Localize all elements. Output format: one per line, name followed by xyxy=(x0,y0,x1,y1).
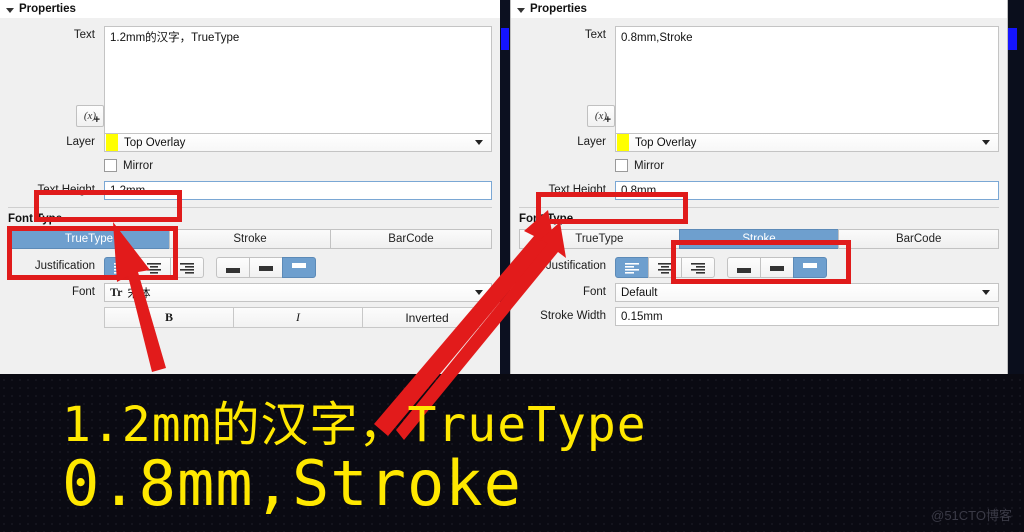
collapse-triangle-icon[interactable] xyxy=(517,7,525,13)
layer-color-swatch xyxy=(106,134,118,151)
canvas-text-line2: 0.8mm,Stroke xyxy=(62,447,522,520)
layer-row-left: Layer Top Overlay xyxy=(8,133,492,152)
align-left-icon-button-right[interactable] xyxy=(615,257,649,278)
inverted-button-left[interactable]: Inverted xyxy=(362,307,492,328)
font-label-right: Font xyxy=(582,286,606,298)
right-edge-scroll-strip xyxy=(1008,0,1024,374)
font-row-right: Font Default xyxy=(519,283,999,302)
mirror-checkbox-right[interactable] xyxy=(615,159,628,172)
panel-left-titlebar[interactable]: Properties xyxy=(0,0,500,18)
bold-button-left[interactable]: B xyxy=(104,307,234,328)
mirror-row-left: Mirror xyxy=(8,157,492,176)
font-value-right: Default xyxy=(621,286,658,299)
mirror-label-right: Mirror xyxy=(634,159,665,172)
font-type-stroke-left[interactable]: Stroke xyxy=(169,229,331,249)
chevron-down-icon[interactable] xyxy=(475,140,483,145)
font-value-left: 宋体 xyxy=(127,287,151,300)
justification-label-right: Justification xyxy=(545,260,606,272)
italic-button-left[interactable]: I xyxy=(233,307,363,328)
font-type-truetype-right[interactable]: TrueType xyxy=(519,229,680,249)
annotation-box-stroke-right xyxy=(671,240,851,284)
mirror-checkbox-left[interactable] xyxy=(104,159,117,172)
panel-right-titlebar[interactable]: Properties xyxy=(511,0,1007,18)
stroke-width-input-right[interactable]: 0.15mm xyxy=(615,307,999,326)
text-textarea-right[interactable]: 0.8mm,Stroke xyxy=(615,26,999,134)
truetype-font-icon: Tr xyxy=(110,285,123,299)
chevron-down-icon[interactable] xyxy=(475,290,483,295)
properties-panel-right: Properties Text 0.8mm,Stroke (x) + Layer xyxy=(510,0,1008,374)
plus-icon: + xyxy=(604,114,611,126)
panel-splitter-strip xyxy=(500,0,510,374)
plus-icon: + xyxy=(93,114,100,126)
stroke-width-row-right: Stroke Width 0.15mm xyxy=(519,307,999,326)
insert-variable-icon-button-right[interactable]: (x) + xyxy=(587,105,615,127)
font-dropdown-right[interactable]: Default xyxy=(615,283,999,302)
scrollbar-thumb-left[interactable] xyxy=(501,28,509,50)
layer-dropdown-right[interactable]: Top Overlay xyxy=(615,133,999,152)
stroke-width-label-right: Stroke Width xyxy=(540,310,606,322)
font-label-left: Font xyxy=(71,286,95,298)
mirror-row-right: Mirror xyxy=(519,157,999,176)
properties-panel-left: Properties Text 1.2mm的汉字，TrueType (x) + … xyxy=(0,0,500,374)
layer-dropdown-left[interactable]: Top Overlay xyxy=(104,133,492,152)
annotation-box-text-height-left xyxy=(34,190,182,222)
font-dropdown-left[interactable]: Tr 宋体 xyxy=(104,283,492,302)
canvas-text-line1: 1.2mm的汉字，TrueType xyxy=(62,397,647,453)
text-label-right: Text xyxy=(584,29,606,41)
text-textarea-left[interactable]: 1.2mm的汉字，TrueType xyxy=(104,26,492,134)
scrollbar-thumb-right[interactable] xyxy=(1008,28,1017,50)
align-middle-icon-button-left[interactable] xyxy=(249,257,283,278)
style-buttons-row-left: B I Inverted xyxy=(8,307,492,328)
mirror-checkbox-row-left[interactable]: Mirror xyxy=(104,159,492,172)
layer-value-left: Top Overlay xyxy=(124,136,186,149)
annotation-box-text-height-right xyxy=(536,192,688,224)
layer-value-right: Top Overlay xyxy=(635,136,697,149)
style-button-group-left: B I Inverted xyxy=(104,307,492,328)
align-bottom-icon-button-left[interactable] xyxy=(216,257,250,278)
mirror-label-left: Mirror xyxy=(123,159,154,172)
watermark: @51CTO博客 xyxy=(931,508,1012,523)
panel-left-title: Properties xyxy=(19,3,76,15)
text-label-left: Text xyxy=(73,29,95,41)
screenshot-root: Properties Text 1.2mm的汉字，TrueType (x) + … xyxy=(0,0,1024,532)
layer-label-left: Layer xyxy=(66,136,95,148)
font-type-barcode-left[interactable]: BarCode xyxy=(330,229,492,249)
insert-variable-icon-button-left[interactable]: (x) + xyxy=(76,105,104,127)
align-top-icon-button-left[interactable] xyxy=(282,257,316,278)
layer-row-right: Layer Top Overlay xyxy=(519,133,999,152)
mirror-checkbox-row-right[interactable]: Mirror xyxy=(615,159,999,172)
collapse-triangle-icon[interactable] xyxy=(6,7,14,13)
panel-right-title: Properties xyxy=(530,3,587,15)
font-type-barcode-right[interactable]: BarCode xyxy=(838,229,1000,249)
annotation-box-font-type-left xyxy=(7,226,178,280)
chevron-down-icon[interactable] xyxy=(982,140,990,145)
font-row-left: Font Tr 宋体 xyxy=(8,283,492,302)
layer-color-swatch xyxy=(617,134,629,151)
layer-label-right: Layer xyxy=(577,136,606,148)
chevron-down-icon[interactable] xyxy=(982,290,990,295)
justification-vertical-group-left xyxy=(216,257,316,278)
